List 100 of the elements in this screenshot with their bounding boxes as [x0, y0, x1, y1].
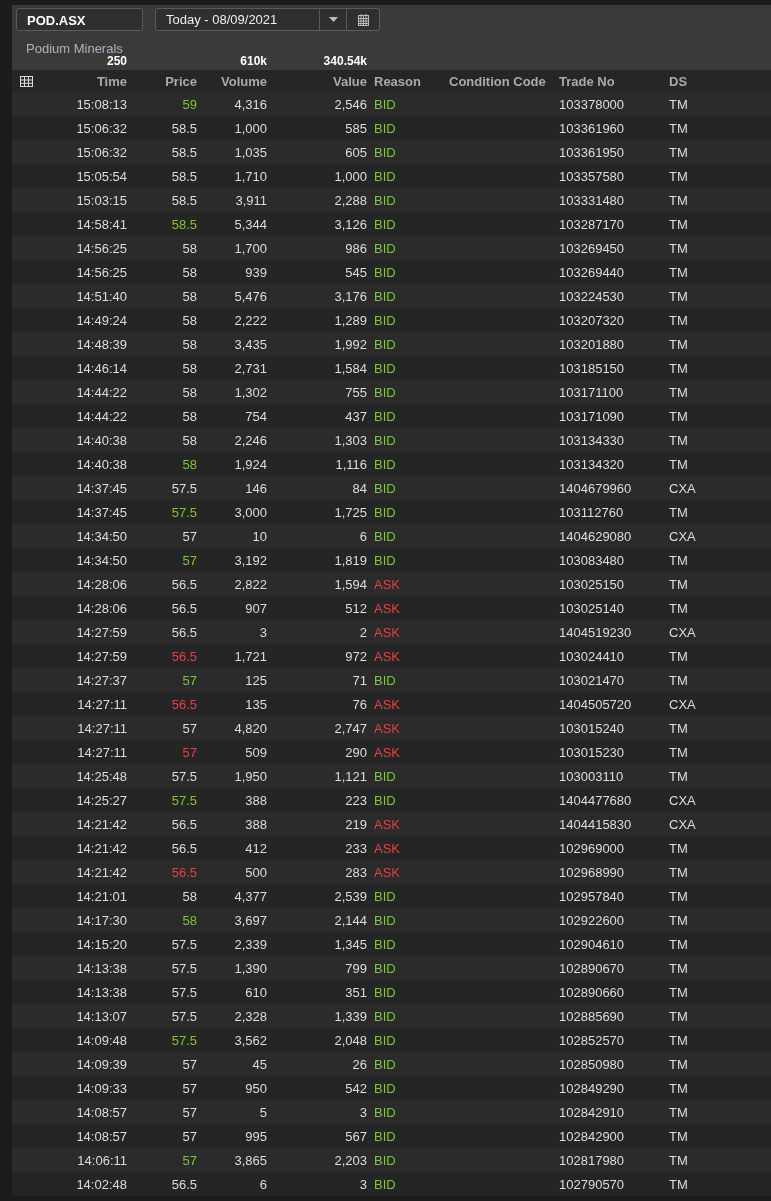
table-cell-text: TM [669, 408, 689, 424]
table-cell-text: 3,192 [233, 552, 267, 568]
table-cell-text: 1,345 [333, 936, 367, 952]
table-cell-text: BID [373, 912, 397, 928]
table-cell-text: 610 [244, 984, 267, 1000]
column-header[interactable]: Reason [367, 73, 449, 89]
table-cell-text: BID [373, 264, 397, 280]
table-cell-text: ASK [373, 816, 401, 832]
table-cell-text: 388 [244, 816, 267, 832]
table-cell-text: 14:09:48 [75, 1032, 127, 1048]
table-cell-text: ASK [373, 600, 401, 616]
table-cell-text: 388 [244, 792, 267, 808]
column-header[interactable]: Volume [197, 73, 267, 89]
calendar-button[interactable] [347, 8, 380, 31]
table-cell-text: 57.5 [170, 1008, 197, 1024]
table-cell-text: 56.5 [170, 816, 197, 832]
table-cell-text: 58 [181, 288, 197, 304]
column-header[interactable]: Trade No [559, 73, 669, 89]
table-cell-text: TM [669, 720, 689, 736]
table-cell-text: 56.5 [170, 624, 197, 640]
table-cell-text: 3,911 [234, 192, 267, 208]
table-cell-text: 2 [358, 624, 367, 640]
table-cell-text: 14:15:20 [75, 936, 127, 952]
table-cell-text: CXA [669, 528, 697, 544]
column-header[interactable]: Condition Code [449, 73, 559, 89]
table-cell-text: 1,035 [233, 144, 267, 160]
table-cell-text: 56.5 [170, 648, 197, 664]
company-name: Podium Minerals [25, 40, 124, 55]
table-cell-text: 103112760 [559, 504, 625, 520]
table-cell-text: 2,546 [333, 96, 367, 112]
column-header[interactable]: DS [669, 73, 771, 89]
table-cell-text: 3 [258, 624, 267, 640]
table-cell-text: TM [669, 936, 689, 952]
table-cell-text: TM [669, 744, 689, 760]
table-cell-text: 57.5 [170, 504, 197, 520]
table-cell-text: 56.5 [170, 696, 197, 712]
table-cell-text: 972 [344, 648, 367, 664]
symbol-field[interactable]: POD.ASX [16, 8, 143, 31]
table-cell-text: 14:27:59 [75, 624, 127, 640]
table-cell-text: 512 [344, 600, 367, 616]
table-cell-text: 102842910 [559, 1104, 626, 1120]
grid-icon[interactable] [20, 75, 33, 87]
table-cell-text: 58 [181, 912, 197, 928]
table-cell-text: 14:21:42 [75, 840, 127, 856]
table-cell-text: 14:13:07 [75, 1008, 127, 1024]
table-cell-text: 58 [181, 456, 197, 472]
table-cell-text: 103361950 [559, 144, 626, 160]
table-cell-text: TM [669, 1032, 689, 1048]
table-cell-text: TM [669, 192, 689, 208]
table-cell-text: 4,377 [233, 888, 267, 904]
table-cell-text: 103378000 [559, 96, 626, 112]
table-cell-text: 1,303 [333, 432, 367, 448]
table-cell-text: 103171100 [559, 384, 625, 400]
column-header[interactable]: Time [60, 73, 127, 89]
table-cell-text: 986 [344, 240, 367, 256]
table-cell-text: 2,328 [233, 1008, 267, 1024]
table-cell-text: TM [669, 576, 689, 592]
table-cell-text: 14:51:40 [75, 288, 127, 304]
table-cell-text: 57 [181, 1104, 197, 1120]
table-cell-text: 103207320 [559, 312, 626, 328]
table-cell-text: 545 [344, 264, 367, 280]
table-cell-text: 233 [344, 840, 367, 856]
table-cell-text: TM [669, 96, 689, 112]
table-cell-text: 102790570 [559, 1176, 626, 1192]
table-cell-text: BID [373, 384, 397, 400]
table-cell-text: 102817980 [559, 1152, 626, 1168]
table-cell-text: TM [669, 168, 689, 184]
table-cell-text: ASK [373, 696, 401, 712]
table-cell-text: 1,710 [233, 168, 267, 184]
table-cell-text: 14:56:25 [75, 240, 127, 256]
table-cell-text: 103171090 [559, 408, 626, 424]
date-dropdown[interactable]: Today - 08/09/2021 [155, 8, 347, 31]
table-cell-text: CXA [669, 480, 697, 496]
column-header[interactable]: Value [267, 73, 367, 89]
table-cell-text: 102904610 [559, 936, 626, 952]
column-header[interactable]: Price [127, 73, 197, 89]
table-cell-text: 15:05:54 [75, 168, 127, 184]
table-cell-text: 26 [351, 1056, 367, 1072]
table-cell-text: 58 [181, 432, 197, 448]
table-cell-text: TM [669, 864, 689, 880]
table-cell-text: 71 [351, 672, 367, 688]
table-cell-text: BID [373, 1128, 397, 1144]
table-cell-text: 1,339 [333, 1008, 367, 1024]
table-cell-text: 15:08:13 [75, 96, 127, 112]
table-cell-text: 102957840 [559, 888, 626, 904]
table-cell-text: 3,176 [333, 288, 367, 304]
table-cell-text: 57 [181, 672, 197, 688]
table-cell-text: 3,562 [233, 1032, 267, 1048]
table-cell-text: 509 [244, 744, 267, 760]
table-cell-text: 57.5 [170, 1032, 197, 1048]
table-cell-text: BID [373, 1032, 397, 1048]
table-cell-text: 290 [344, 744, 367, 760]
table-cell-text: BID [373, 1080, 397, 1096]
table-cell-text: 57 [181, 1152, 197, 1168]
table-cell-text: 585 [344, 120, 367, 136]
table-cell-text: 939 [244, 264, 267, 280]
table-cell-text: 102890660 [559, 984, 626, 1000]
table-cell-text: 14:25:27 [75, 792, 127, 808]
table-cell-text: 58.5 [170, 168, 197, 184]
table-cell-text: 14:08:57 [75, 1104, 127, 1120]
